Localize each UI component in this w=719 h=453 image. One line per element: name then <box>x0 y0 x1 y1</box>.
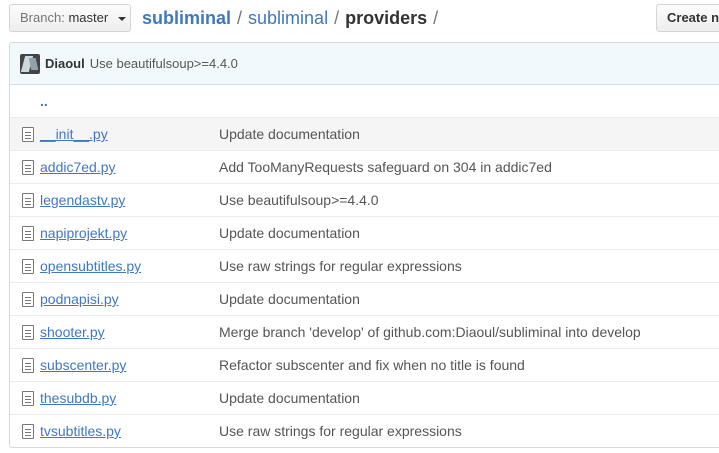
parent-directory-row: .. <box>10 85 719 117</box>
breadcrumb: subliminal / subliminal / providers / <box>142 6 444 30</box>
file-icon <box>22 192 34 208</box>
file-icon <box>22 126 34 142</box>
file-commit-message[interactable]: Use raw strings for regular expressions <box>219 423 462 439</box>
file-commit-message[interactable]: Add TooManyRequests safeguard on 304 in … <box>219 159 552 175</box>
file-icon <box>22 390 34 406</box>
breadcrumb-current-folder: providers <box>345 8 428 28</box>
file-icon <box>22 357 34 373</box>
breadcrumb-separator: / <box>334 8 340 28</box>
file-name-link[interactable]: opensubtitles.py <box>40 258 219 274</box>
file-row[interactable]: legendastv.py Use beautifulsoup>=4.4.0 <box>10 183 719 216</box>
file-row[interactable]: podnapisi.py Update documentation <box>10 282 719 315</box>
file-commit-message[interactable]: Update documentation <box>219 390 360 406</box>
caret-down-icon <box>117 16 126 21</box>
breadcrumb-separator: / <box>237 8 243 28</box>
file-name-link[interactable]: addic7ed.py <box>40 159 219 175</box>
file-commit-message[interactable]: Merge branch 'develop' of github.com:Dia… <box>219 324 641 340</box>
file-name-link[interactable]: __init__.py <box>40 126 219 142</box>
breadcrumb-separator: / <box>433 8 439 28</box>
file-row[interactable]: napiprojekt.py Update documentation <box>10 216 719 249</box>
file-commit-message[interactable]: Refactor subscenter and fix when no titl… <box>219 357 525 373</box>
file-commit-message[interactable]: Update documentation <box>219 291 360 307</box>
parent-directory-link[interactable]: .. <box>40 93 48 109</box>
breadcrumb-folder-link[interactable]: subliminal <box>248 8 328 28</box>
file-row[interactable]: opensubtitles.py Use raw strings for regu… <box>10 249 719 282</box>
file-commit-message[interactable]: Use raw strings for regular expressions <box>219 258 462 274</box>
file-commit-message[interactable]: Use beautifulsoup>=4.4.0 <box>219 192 379 208</box>
file-name-link[interactable]: subscenter.py <box>40 357 219 373</box>
file-row[interactable]: tvsubtitles.py Use raw strings for regula… <box>10 414 719 447</box>
branch-select-button[interactable]: Branch: master <box>9 4 131 32</box>
file-list: Diaoul Use beautifulsoup>=4.4.0 .. __ini… <box>9 42 719 448</box>
file-commit-message[interactable]: Update documentation <box>219 225 360 241</box>
avatar[interactable] <box>20 53 40 74</box>
file-icon <box>22 423 34 439</box>
file-row[interactable]: thesubdb.py Update documentation <box>10 381 719 414</box>
commit-message[interactable]: Use beautifulsoup>=4.4.0 <box>90 56 238 71</box>
file-row[interactable]: addic7ed.py Add TooManyRequests safeguard… <box>10 150 719 183</box>
breadcrumb-repo-link[interactable]: subliminal <box>142 8 231 28</box>
file-name-link[interactable]: thesubdb.py <box>40 390 219 406</box>
file-row[interactable]: __init__.py Update documentation <box>10 117 719 150</box>
file-name-link[interactable]: podnapisi.py <box>40 291 219 307</box>
file-row[interactable]: subscenter.py Refactor subscenter and fix… <box>10 348 719 381</box>
latest-commit-bar: Diaoul Use beautifulsoup>=4.4.0 <box>10 43 719 85</box>
file-icon <box>22 225 34 241</box>
branch-name: master <box>68 10 109 25</box>
commit-author[interactable]: Diaoul <box>45 56 85 71</box>
file-commit-message[interactable]: Update documentation <box>219 126 360 142</box>
file-icon <box>22 291 34 307</box>
file-name-link[interactable]: shooter.py <box>40 324 219 340</box>
file-icon <box>22 258 34 274</box>
branch-prefix: Branch: <box>20 10 65 25</box>
file-name-link[interactable]: napiprojekt.py <box>40 225 219 241</box>
file-name-link[interactable]: legendastv.py <box>40 192 219 208</box>
file-icon <box>22 159 34 175</box>
file-name-link[interactable]: tvsubtitles.py <box>40 423 219 439</box>
file-navigation: Branch: master subliminal / subliminal / pro… <box>0 0 719 36</box>
file-icon <box>22 324 34 340</box>
create-new-file-button[interactable]: Create new file <box>656 4 719 32</box>
file-row[interactable]: shooter.py Merge branch 'develop' of gith… <box>10 315 719 348</box>
